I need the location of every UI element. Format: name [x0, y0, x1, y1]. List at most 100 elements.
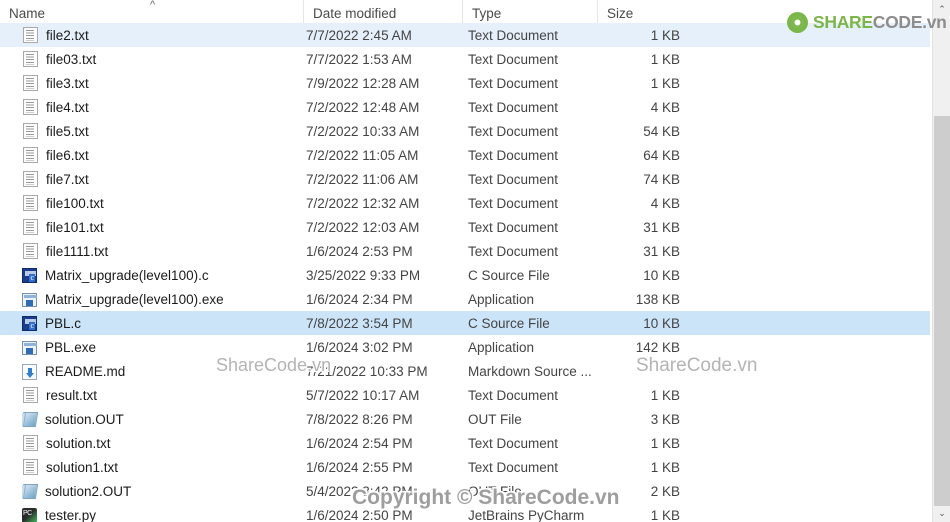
sharecode-logo-icon: [787, 12, 808, 33]
text-document-icon: [23, 123, 38, 139]
file-name-label: Matrix_upgrade(level100).c: [45, 267, 209, 283]
file-date-cell: 7/8/2022 8:26 PM: [306, 411, 413, 427]
scroll-down-arrow-icon[interactable]: ⌄: [933, 504, 950, 522]
file-name-label: Matrix_upgrade(level100).exe: [45, 291, 224, 307]
c-source-file-icon: [22, 268, 37, 283]
vertical-scrollbar[interactable]: ⌃ ⌄: [932, 0, 950, 522]
file-row[interactable]: Matrix_upgrade(level100).exe 1/6/2024 2:3…: [0, 287, 930, 311]
logo-text-code: CODE: [872, 12, 923, 32]
file-name-cell: PBL.exe: [22, 339, 297, 355]
file-date-cell: 7/7/2022 1:53 AM: [306, 51, 412, 67]
text-document-icon: [23, 51, 38, 67]
file-size-cell: 10 KB: [643, 315, 680, 331]
text-document-icon: [23, 75, 38, 91]
file-row[interactable]: tester.py1/6/2024 2:50 PMJetBrains PyCha…: [0, 503, 930, 522]
text-document-icon: [23, 243, 38, 259]
text-document-icon: [23, 387, 38, 403]
file-size-cell: 142 KB: [635, 339, 680, 355]
file-name-cell: file3.txt: [22, 75, 297, 91]
file-size-cell: 31 KB: [643, 243, 680, 259]
file-name-cell: result.txt: [22, 387, 297, 403]
file-size-cell: 1 KB: [650, 27, 680, 43]
file-type-cell: Markdown Source ...: [468, 363, 592, 379]
file-row[interactable]: README.md 7/21/2022 10:33 PM Markdown Sour…: [0, 359, 930, 383]
file-row[interactable]: result.txt 5/7/2022 10:17 AM Text Document…: [0, 383, 930, 407]
c-source-file-icon: [22, 316, 37, 331]
file-date-cell: 7/7/2022 2:45 AM: [306, 27, 412, 43]
file-date-cell: 5/7/2022 10:17 AM: [306, 387, 420, 403]
file-date-cell: 7/2/2022 12:32 AM: [306, 195, 420, 211]
file-explorer-window: Name ^ Date modified Type Size file2.txt…: [0, 0, 950, 522]
file-name-label: README.md: [45, 363, 126, 379]
sort-ascending-icon: ^: [150, 0, 156, 11]
file-row[interactable]: file1111.txt 1/6/2024 2:53 PM Text Documen…: [0, 239, 930, 263]
file-date-cell: 1/6/2024 3:02 PM: [306, 339, 413, 355]
file-name-label: PBL.c: [45, 315, 82, 331]
file-row[interactable]: PBL.c7/8/2022 3:54 PMC Source File10 KB: [0, 311, 930, 335]
file-name-cell: file6.txt: [22, 147, 297, 163]
file-row[interactable]: file101.txt 7/2/2022 12:03 AM Text Documen…: [0, 215, 930, 239]
file-name-label: file2.txt: [46, 27, 89, 43]
file-name-cell: file1111.txt: [22, 243, 297, 259]
file-row[interactable]: file03.txt 7/7/2022 1:53 AM Text Document 1…: [0, 47, 930, 71]
file-size-cell: 3 KB: [650, 411, 680, 427]
file-row[interactable]: file6.txt 7/2/2022 11:05 AM Text Document 6…: [0, 143, 930, 167]
file-size-cell: 54 KB: [643, 123, 680, 139]
out-file-icon: [22, 412, 39, 427]
file-date-cell: 1/6/2024 2:54 PM: [306, 435, 413, 451]
file-name-cell: solution.txt: [22, 435, 297, 451]
column-header-name-label: Name: [9, 6, 46, 21]
file-row[interactable]: file7.txt 7/2/2022 11:06 AM Text Document 7…: [0, 167, 930, 191]
column-header-date-label: Date modified: [313, 6, 397, 21]
file-size-cell: 4 KB: [650, 99, 680, 115]
file-size-cell: 1 KB: [650, 435, 680, 451]
out-file-icon: [22, 484, 39, 499]
file-date-cell: 1/6/2024 2:55 PM: [306, 459, 413, 475]
text-document-icon: [23, 99, 38, 115]
file-row[interactable]: file5.txt 7/2/2022 10:33 AM Text Document 5…: [0, 119, 930, 143]
text-document-icon: [23, 195, 38, 211]
file-date-cell: 1/6/2024 2:50 PM: [306, 507, 413, 522]
file-name-cell: file100.txt: [22, 195, 297, 211]
file-row[interactable]: PBL.exe 1/6/2024 3:02 PM Application 142 KB: [0, 335, 930, 359]
file-row[interactable]: file100.txt 7/2/2022 12:32 AM Text Documen…: [0, 191, 930, 215]
file-size-cell: 31 KB: [643, 219, 680, 235]
file-name-label: file6.txt: [46, 147, 89, 163]
file-name-cell: PBL.c: [22, 315, 297, 331]
file-row[interactable]: solution1.txt 1/6/2024 2:55 PM Text Docume…: [0, 455, 930, 479]
file-row[interactable]: file3.txt 7/9/2022 12:28 AM Text Document 1…: [0, 71, 930, 95]
file-row[interactable]: file4.txt 7/2/2022 12:48 AM Text Document 4…: [0, 95, 930, 119]
file-row[interactable]: solution.txt 1/6/2024 2:54 PM Text Documen…: [0, 431, 930, 455]
scrollbar-thumb[interactable]: [934, 116, 950, 506]
file-name-label: solution2.OUT: [45, 483, 132, 499]
file-name-label: file100.txt: [46, 195, 104, 211]
file-name-cell: Matrix_upgrade(level100).c: [22, 267, 297, 283]
file-name-label: file03.txt: [46, 51, 97, 67]
file-name-cell: file03.txt: [22, 51, 297, 67]
file-name-label: PBL.exe: [45, 339, 97, 355]
file-row[interactable]: solution.OUT 7/8/2022 8:26 PM OUT File 3 KB: [0, 407, 930, 431]
file-name-cell: file2.txt: [22, 27, 297, 43]
markdown-source-icon: [22, 363, 37, 380]
application-exe-icon: [22, 341, 37, 355]
file-row[interactable]: solution2.OUT 5/4/2022 3:42 PM OUT File 2 K…: [0, 479, 930, 503]
file-name-cell: file4.txt: [22, 99, 297, 115]
file-row[interactable]: Matrix_upgrade(level100).c 3/25/2022 9:33…: [0, 263, 930, 287]
file-date-cell: 7/2/2022 10:33 AM: [306, 123, 420, 139]
sharecode-logo-text: SHARECODE.vn: [813, 12, 947, 33]
application-exe-icon: [22, 293, 37, 307]
file-name-cell: README.md: [22, 363, 297, 380]
text-document-icon: [23, 459, 38, 475]
file-name-cell: solution2.OUT: [22, 483, 297, 499]
file-name-label: solution.OUT: [45, 411, 124, 427]
file-name-label: file4.txt: [46, 99, 89, 115]
file-date-cell: 1/6/2024 2:53 PM: [306, 243, 413, 259]
file-name-label: result.txt: [46, 387, 98, 403]
file-name-cell: file7.txt: [22, 171, 297, 187]
file-name-cell: file101.txt: [22, 219, 297, 235]
file-size-cell: 1 KB: [650, 459, 680, 475]
file-date-cell: 7/2/2022 11:06 AM: [306, 171, 419, 187]
file-name-cell: solution.OUT: [22, 411, 297, 427]
file-date-cell: 7/9/2022 12:28 AM: [306, 75, 420, 91]
file-size-cell: 1 KB: [650, 51, 680, 67]
